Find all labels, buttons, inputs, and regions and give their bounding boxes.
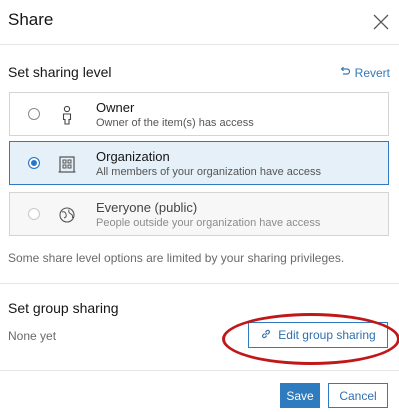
group-sharing-status: None yet — [8, 329, 57, 343]
radio-owner[interactable] — [28, 108, 40, 120]
revert-button[interactable]: Revert — [339, 65, 390, 80]
option-description: All members of your organization have ac… — [96, 166, 321, 178]
globe-icon — [58, 205, 76, 225]
sharing-level-label: Set sharing level — [8, 64, 112, 80]
radio-organization[interactable] — [28, 157, 40, 169]
link-icon — [260, 328, 272, 343]
sharing-option-organization[interactable]: Organization All members of your organiz… — [9, 141, 389, 185]
close-icon[interactable] — [371, 12, 391, 32]
sharing-privileges-note: Some share level options are limited by … — [8, 251, 345, 265]
option-description: People outside your organization have ac… — [96, 217, 321, 229]
footer-divider — [0, 370, 399, 371]
group-sharing-label: Set group sharing — [8, 300, 119, 316]
save-button[interactable]: Save — [280, 383, 320, 408]
option-title: Everyone (public) — [96, 200, 198, 215]
person-icon — [58, 105, 76, 125]
dialog-title: Share — [8, 10, 54, 29]
dialog-header: Share — [0, 0, 399, 45]
sharing-option-everyone: Everyone (public) People outside your or… — [9, 192, 389, 236]
undo-icon — [339, 65, 351, 80]
radio-everyone — [28, 208, 40, 220]
sharing-option-owner[interactable]: Owner Owner of the item(s) has access — [9, 92, 389, 136]
section-divider — [0, 283, 399, 284]
option-title: Owner — [96, 100, 135, 115]
organization-icon — [58, 154, 76, 174]
option-description: Owner of the item(s) has access — [96, 117, 254, 129]
edit-group-sharing-button[interactable]: Edit group sharing — [248, 322, 388, 348]
edit-group-sharing-label: Edit group sharing — [278, 328, 376, 342]
cancel-button[interactable]: Cancel — [328, 383, 388, 408]
revert-label: Revert — [354, 65, 390, 80]
option-title: Organization — [96, 149, 170, 164]
